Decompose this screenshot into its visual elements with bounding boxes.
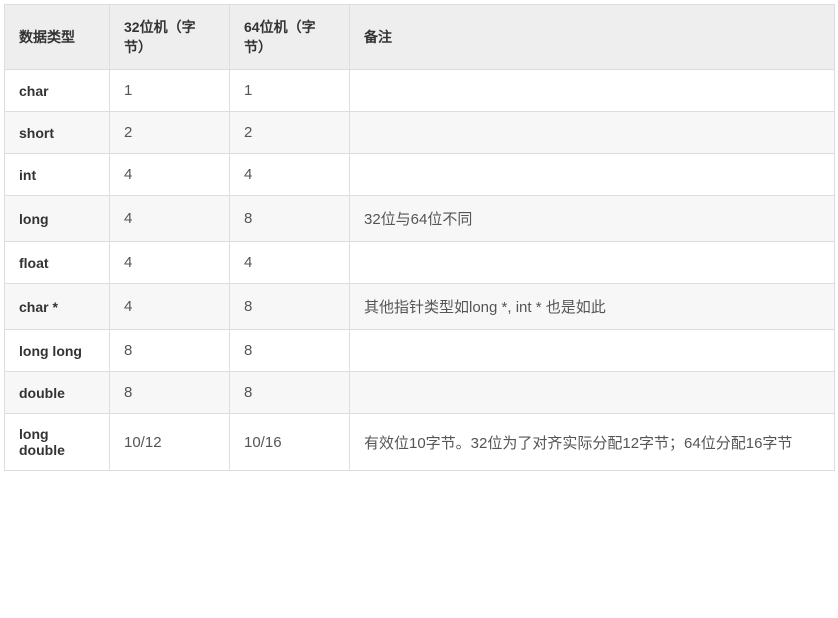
cell-64bit: 4 bbox=[230, 154, 350, 196]
cell-32bit: 8 bbox=[110, 372, 230, 414]
table-row: double 8 8 bbox=[5, 372, 835, 414]
table-row: short 2 2 bbox=[5, 112, 835, 154]
cell-32bit: 1 bbox=[110, 70, 230, 112]
cell-remark bbox=[350, 112, 835, 154]
cell-remark bbox=[350, 372, 835, 414]
cell-type: char * bbox=[5, 284, 110, 330]
table-row: long 4 8 32位与64位不同 bbox=[5, 196, 835, 242]
cell-64bit: 2 bbox=[230, 112, 350, 154]
cell-64bit: 1 bbox=[230, 70, 350, 112]
cell-remark bbox=[350, 330, 835, 372]
cell-32bit: 4 bbox=[110, 284, 230, 330]
cell-64bit: 8 bbox=[230, 284, 350, 330]
table-row: int 4 4 bbox=[5, 154, 835, 196]
cell-32bit: 10/12 bbox=[110, 414, 230, 471]
table-row: char 1 1 bbox=[5, 70, 835, 112]
table-row: long long 8 8 bbox=[5, 330, 835, 372]
cell-64bit: 10/16 bbox=[230, 414, 350, 471]
cell-type: long long bbox=[5, 330, 110, 372]
table-row: float 4 4 bbox=[5, 242, 835, 284]
cell-remark bbox=[350, 154, 835, 196]
table-row: char * 4 8 其他指针类型如long *, int * 也是如此 bbox=[5, 284, 835, 330]
cell-remark: 其他指针类型如long *, int * 也是如此 bbox=[350, 284, 835, 330]
cell-type: char bbox=[5, 70, 110, 112]
cell-32bit: 4 bbox=[110, 242, 230, 284]
cell-type: double bbox=[5, 372, 110, 414]
cell-type: short bbox=[5, 112, 110, 154]
cell-remark: 有效位10字节。32位为了对齐实际分配12字节；64位分配16字节 bbox=[350, 414, 835, 471]
cell-type: int bbox=[5, 154, 110, 196]
cell-remark: 32位与64位不同 bbox=[350, 196, 835, 242]
table-header: 数据类型 32位机（字节） 64位机（字节） 备注 bbox=[5, 5, 835, 70]
cell-type: long double bbox=[5, 414, 110, 471]
header-remark: 备注 bbox=[350, 5, 835, 70]
cell-64bit: 8 bbox=[230, 196, 350, 242]
header-32bit: 32位机（字节） bbox=[110, 5, 230, 70]
cell-32bit: 4 bbox=[110, 196, 230, 242]
cell-64bit: 4 bbox=[230, 242, 350, 284]
table-body: char 1 1 short 2 2 int 4 4 long 4 8 32位与… bbox=[5, 70, 835, 471]
header-64bit: 64位机（字节） bbox=[230, 5, 350, 70]
cell-64bit: 8 bbox=[230, 330, 350, 372]
cell-64bit: 8 bbox=[230, 372, 350, 414]
table-row: long double 10/12 10/16 有效位10字节。32位为了对齐实… bbox=[5, 414, 835, 471]
cell-32bit: 8 bbox=[110, 330, 230, 372]
cell-remark bbox=[350, 70, 835, 112]
cell-type: long bbox=[5, 196, 110, 242]
cell-remark bbox=[350, 242, 835, 284]
cell-type: float bbox=[5, 242, 110, 284]
cell-32bit: 2 bbox=[110, 112, 230, 154]
header-type: 数据类型 bbox=[5, 5, 110, 70]
data-types-table: 数据类型 32位机（字节） 64位机（字节） 备注 char 1 1 short… bbox=[4, 4, 835, 471]
cell-32bit: 4 bbox=[110, 154, 230, 196]
